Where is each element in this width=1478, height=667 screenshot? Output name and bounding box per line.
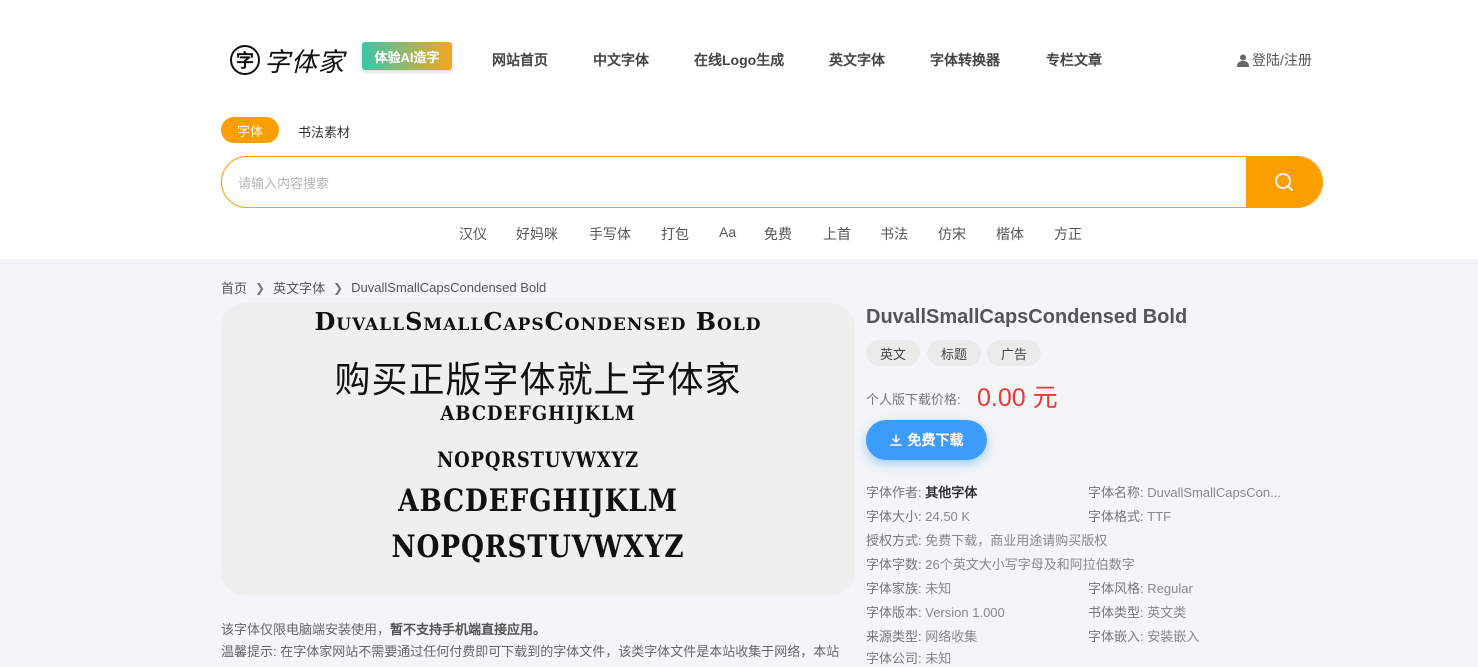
- hot-word[interactable]: Aa: [719, 224, 736, 240]
- info-value: TTF: [1147, 509, 1172, 524]
- download-button[interactable]: 免费下载: [866, 420, 987, 460]
- info-label: 字体家族:: [866, 581, 922, 596]
- info-value: Regular: [1147, 581, 1193, 596]
- preview-line: DuvallSmallCapsCondensed Bold: [314, 307, 762, 336]
- font-tag[interactable]: 广告: [987, 340, 1042, 366]
- search-tab-calligraphy[interactable]: 书法素材: [298, 122, 350, 141]
- preview-line: NOPQRSTUVWXYZ: [391, 529, 685, 565]
- breadcrumb: 首页 ❯ 英文字体 ❯ DuvallSmallCapsCondensed Bol…: [221, 278, 546, 297]
- breadcrumb-current: DuvallSmallCapsCondensed Bold: [351, 280, 547, 295]
- info-label: 字体大小:: [866, 509, 922, 524]
- info-author: 字体作者: 其他字体: [866, 482, 977, 501]
- hot-word[interactable]: 免费: [764, 224, 792, 244]
- info-label: 字体名称:: [1088, 485, 1144, 500]
- login-register-link[interactable]: 登陆/注册: [1237, 50, 1312, 70]
- logo-mark-icon: 字: [230, 45, 260, 75]
- hot-word[interactable]: 方正: [1054, 224, 1082, 244]
- info-value[interactable]: 其他字体: [925, 485, 977, 500]
- nav-font-converter[interactable]: 字体转换器: [930, 50, 1000, 70]
- breadcrumb-english-fonts[interactable]: 英文字体: [273, 278, 325, 297]
- chevron-right-icon: ❯: [255, 280, 266, 295]
- preview-line: 购买正版字体就上字体家: [334, 360, 742, 401]
- hot-word[interactable]: 汉仪: [459, 224, 487, 244]
- info-format: 字体格式: TTF: [1088, 506, 1171, 525]
- info-label: 授权方式:: [866, 533, 922, 548]
- info-size: 字体大小: 24.50 K: [866, 506, 970, 525]
- info-value: 安装嵌入: [1147, 629, 1200, 644]
- breadcrumb-home[interactable]: 首页: [221, 278, 247, 297]
- login-label: 登陆/注册: [1252, 52, 1312, 68]
- info-label: 字体嵌入:: [1088, 629, 1144, 644]
- font-tag[interactable]: 英文: [866, 340, 921, 366]
- search-input[interactable]: [236, 157, 1240, 207]
- info-value: 未知: [925, 581, 952, 596]
- info-license: 授权方式: 免费下载，商业用途请购买版权: [866, 530, 1107, 549]
- info-label: 字体格式:: [1088, 509, 1144, 524]
- hot-word[interactable]: 仿宋: [938, 224, 966, 244]
- download-label: 免费下载: [907, 432, 964, 448]
- info-label: 书体类型:: [1088, 605, 1144, 620]
- hot-word[interactable]: 打包: [661, 224, 689, 244]
- info-script-type: 书体类型: 英文类: [1088, 602, 1186, 621]
- notice-text: 该字体仅限电脑端安装使用，: [221, 622, 391, 637]
- hot-word[interactable]: 上首: [823, 224, 851, 244]
- search-button[interactable]: [1246, 157, 1322, 207]
- nav-chinese-fonts[interactable]: 中文字体: [593, 50, 649, 70]
- info-label: 字体作者:: [866, 485, 922, 500]
- search-tab-fonts[interactable]: 字体: [221, 117, 279, 143]
- info-source: 来源类型: 网络收集: [866, 626, 977, 645]
- info-label: 字体风格:: [1088, 581, 1144, 596]
- nav-logo-generator[interactable]: 在线Logo生成: [694, 50, 784, 70]
- preview-line: ABCDEFGHIJKLM: [440, 401, 636, 425]
- info-embedding: 字体嵌入: 安装嵌入: [1088, 626, 1199, 645]
- logo-text: 字体家: [264, 47, 346, 78]
- font-preview-image: DuvallSmallCapsCondensed Bold 购买正版字体就上字体…: [221, 303, 855, 595]
- font-title: DuvallSmallCapsCondensed Bold: [866, 306, 1188, 328]
- info-value: 24.50 K: [925, 509, 971, 524]
- preview-line: ABCDEFGHIJKLM: [398, 483, 678, 519]
- info-version: 字体版本: Version 1.000: [866, 602, 1005, 621]
- nav-articles[interactable]: 专栏文章: [1046, 50, 1102, 70]
- tip-notice: 温馨提示: 在字体家网站不需要通过任何付费即可下载到的字体文件，该类字体文件是本…: [221, 644, 840, 659]
- search-icon: [1275, 173, 1293, 191]
- preview-line: NOPQRSTUVWXYZ: [437, 447, 639, 472]
- download-icon: [889, 434, 902, 446]
- info-label: 来源类型:: [866, 629, 922, 644]
- hot-word[interactable]: 手写体: [589, 224, 631, 244]
- info-value: DuvallSmallCapsCon...: [1147, 485, 1281, 500]
- info-family: 字体家族: 未知: [866, 578, 951, 597]
- info-style: 字体风格: Regular: [1088, 578, 1193, 597]
- info-font-name: 字体名称: DuvallSmallCapsCon...: [1088, 482, 1281, 501]
- info-label: 字体版本:: [866, 605, 922, 620]
- info-char-count: 字体字数: 26个英文大小写字母及和阿拉伯数字: [866, 554, 1135, 573]
- font-tag[interactable]: 标题: [927, 340, 982, 366]
- device-notice: 该字体仅限电脑端安装使用，暂不支持手机端直接应用。: [221, 619, 546, 638]
- nav-english-fonts[interactable]: 英文字体: [829, 50, 885, 70]
- info-value: 英文类: [1147, 605, 1187, 620]
- nav-home[interactable]: 网站首页: [492, 50, 548, 70]
- info-value: Version 1.000: [925, 605, 1005, 620]
- hot-word[interactable]: 楷体: [996, 224, 1024, 244]
- search-bar: [221, 156, 1323, 208]
- info-value: 免费下载，商业用途请购买版权: [925, 533, 1108, 548]
- info-label: 字体字数:: [866, 557, 922, 572]
- ai-font-badge-button[interactable]: 体验AI造字: [362, 42, 452, 70]
- user-icon: [1237, 54, 1249, 67]
- price-label: 个人版下载价格:: [866, 392, 961, 407]
- info-company: 字体公司: 未知: [866, 648, 951, 667]
- site-logo[interactable]: 字 字体家: [230, 40, 352, 80]
- info-value: 26个英文大小写字母及和阿拉伯数字: [925, 557, 1135, 572]
- price-value: 0.00 元: [977, 384, 1058, 412]
- info-value: 网络收集: [925, 629, 978, 644]
- header: 字 字体家 体验AI造字 网站首页 中文字体 在线Logo生成 英文字体 字体转…: [0, 0, 1478, 259]
- notice-emphasis: 暂不支持手机端直接应用。: [390, 622, 547, 637]
- hot-word[interactable]: 好妈咪: [516, 224, 558, 244]
- hot-word[interactable]: 书法: [880, 224, 908, 244]
- chevron-right-icon: ❯: [333, 280, 344, 295]
